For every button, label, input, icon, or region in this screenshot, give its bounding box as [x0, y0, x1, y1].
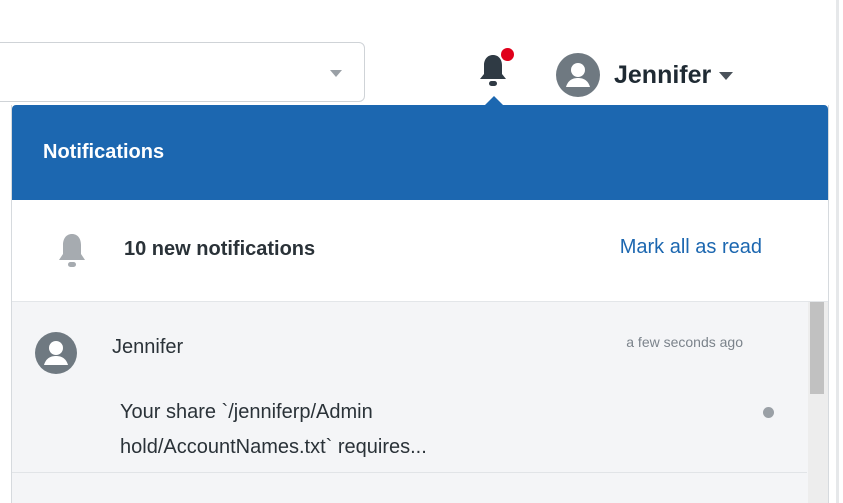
- notifications-bell-button[interactable]: [474, 48, 514, 98]
- mark-all-read-link[interactable]: Mark all as read: [620, 236, 762, 259]
- bell-icon: [59, 234, 85, 267]
- user-menu[interactable]: Jennifer: [556, 50, 734, 100]
- select-caret-icon: [330, 70, 342, 77]
- user-name: Jennifer: [614, 60, 712, 89]
- notifications-summary: 10 new notifications Mark all as read: [12, 200, 828, 302]
- unread-indicator[interactable]: [763, 407, 774, 418]
- scrollbar[interactable]: [808, 302, 828, 503]
- popover-title: Notifications: [12, 105, 828, 200]
- user-avatar-icon: [35, 332, 77, 374]
- app-page: Jennifer Notifications 10 new notificati…: [0, 0, 843, 503]
- notifications-popover: Notifications 10 new notifications Mark …: [11, 105, 829, 503]
- notification-badge: [501, 48, 514, 61]
- notification-author: Jennifer: [112, 336, 184, 358]
- user-avatar-icon: [556, 53, 600, 97]
- notifications-list[interactable]: Jennifer a few seconds ago Your share `/…: [12, 302, 828, 503]
- notification-timestamp: a few seconds ago: [626, 334, 743, 350]
- window-edge: [836, 0, 839, 503]
- caret-down-icon: [719, 72, 734, 80]
- notification-item[interactable]: Jennifer a few seconds ago Your share `/…: [12, 302, 807, 473]
- scrollbar-thumb[interactable]: [810, 302, 824, 394]
- filter-select[interactable]: [0, 42, 365, 102]
- new-notifications-count: 10 new notifications: [124, 238, 316, 260]
- notification-message: Your share `/jenniferp/Admin hold/Accoun…: [120, 401, 427, 458]
